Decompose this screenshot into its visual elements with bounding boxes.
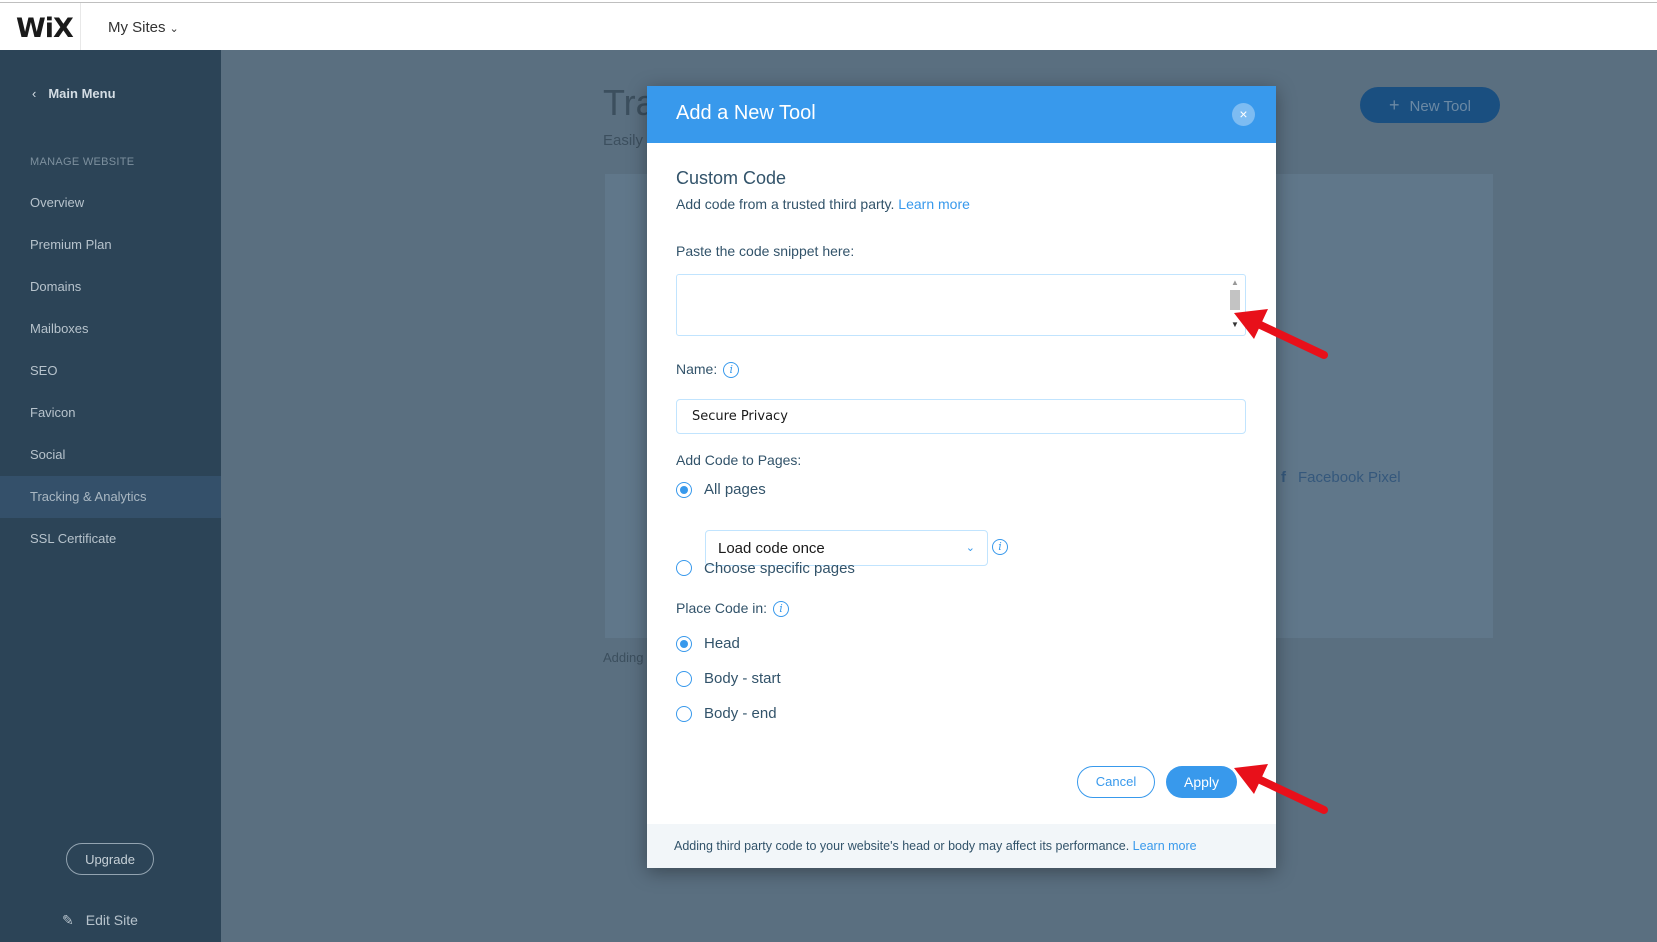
edit-site-link[interactable]: ✎ Edit Site (62, 912, 138, 929)
plus-icon: + (1389, 95, 1400, 115)
wix-logo[interactable]: WiX (16, 13, 74, 44)
sidebar-item-mailboxes[interactable]: Mailboxes (0, 308, 221, 350)
body-end-label[interactable]: Body - end (704, 705, 777, 722)
place-code-label: Place Code in: (676, 600, 768, 616)
new-tool-label: New Tool (1409, 98, 1471, 115)
main-menu-label: Main Menu (48, 86, 116, 101)
scroll-up-icon[interactable]: ▲ (1231, 278, 1239, 287)
all-pages-radio[interactable] (676, 482, 692, 498)
chevron-down-icon: ⌄ (169, 23, 179, 35)
learn-more-link[interactable]: Learn more (898, 196, 970, 212)
body-start-label[interactable]: Body - start (704, 670, 781, 687)
snippet-label: Paste the code snippet here: (676, 243, 855, 259)
sidebar-item-seo[interactable]: SEO (0, 350, 221, 392)
close-icon[interactable]: × (1232, 103, 1255, 126)
top-bar: WiX My Sites ⌄ (0, 2, 1657, 51)
cancel-button[interactable]: Cancel (1077, 766, 1155, 798)
main-menu-link[interactable]: ‹ Main Menu (32, 86, 116, 101)
pencil-icon: ✎ (62, 912, 74, 928)
page-subtitle: Easily (603, 132, 644, 149)
sidebar-item-domains[interactable]: Domains (0, 266, 221, 308)
facebook-pixel-link[interactable]: f Facebook Pixel (1281, 469, 1401, 486)
sidebar-item-premium-plan[interactable]: Premium Plan (0, 224, 221, 266)
footer-learn-more-link[interactable]: Learn more (1133, 839, 1197, 853)
annotation-arrow-bottom (1234, 764, 1328, 814)
sidebar-nav: Overview Premium Plan Domains Mailboxes … (0, 182, 221, 560)
facebook-icon: f (1281, 469, 1286, 486)
manage-website-heading: MANAGE WEBSITE (30, 156, 135, 168)
description-text: Add code from a trusted third party. (676, 196, 895, 212)
modal-header: Add a New Tool × (647, 86, 1276, 143)
load-code-info-icon[interactable]: i (992, 539, 1008, 555)
sidebar-item-ssl-certificate[interactable]: SSL Certificate (0, 518, 221, 560)
upgrade-button[interactable]: Upgrade (66, 843, 154, 875)
custom-code-description: Add code from a trusted third party. Lea… (676, 196, 970, 212)
annotation-arrow-top (1234, 309, 1328, 359)
facebook-pixel-label: Facebook Pixel (1298, 469, 1401, 486)
name-label-row: Name: i (676, 361, 740, 379)
body-end-radio[interactable] (676, 706, 692, 722)
sidebar-item-tracking-analytics[interactable]: Tracking & Analytics (0, 476, 221, 518)
footer-text: Adding third party code to your website'… (674, 839, 1130, 853)
sidebar-item-overview[interactable]: Overview (0, 182, 221, 224)
edit-site-label: Edit Site (85, 912, 138, 928)
chevron-left-icon: ‹ (32, 86, 37, 101)
name-input[interactable] (676, 399, 1246, 434)
add-new-tool-modal: Add a New Tool × Custom Code Add code fr… (647, 86, 1276, 868)
sidebar: ‹ Main Menu MANAGE WEBSITE Overview Premi… (0, 50, 221, 942)
body-start-radio[interactable] (676, 671, 692, 687)
footer-note: Adding third party code to your website'… (674, 839, 1197, 853)
specific-pages-label[interactable]: Choose specific pages (704, 560, 855, 577)
my-sites-dropdown[interactable]: My Sites ⌄ (108, 19, 179, 36)
adding-note: Adding (603, 650, 644, 665)
pages-label: Add Code to Pages: (676, 452, 802, 468)
topbar-divider (80, 3, 81, 51)
head-label[interactable]: Head (704, 635, 740, 652)
code-snippet-textarea[interactable] (676, 274, 1246, 336)
place-code-label-row: Place Code in: i (676, 600, 790, 618)
head-radio[interactable] (676, 636, 692, 652)
modal-footer: Adding third party code to your website'… (647, 824, 1276, 868)
load-code-value: Load code once (718, 540, 825, 557)
specific-pages-radio[interactable] (676, 560, 692, 576)
chevron-down-icon: ⌄ (965, 542, 975, 554)
sidebar-item-social[interactable]: Social (0, 434, 221, 476)
new-tool-button[interactable]: + New Tool (1360, 87, 1500, 123)
sidebar-item-favicon[interactable]: Favicon (0, 392, 221, 434)
modal-title: Add a New Tool (676, 102, 816, 124)
all-pages-label[interactable]: All pages (704, 481, 766, 498)
name-label: Name: (676, 361, 718, 377)
my-sites-label: My Sites (108, 19, 166, 36)
info-icon[interactable]: i (723, 362, 740, 379)
custom-code-title: Custom Code (676, 168, 787, 188)
place-code-info-icon[interactable]: i (773, 601, 790, 618)
apply-button[interactable]: Apply (1166, 766, 1237, 798)
